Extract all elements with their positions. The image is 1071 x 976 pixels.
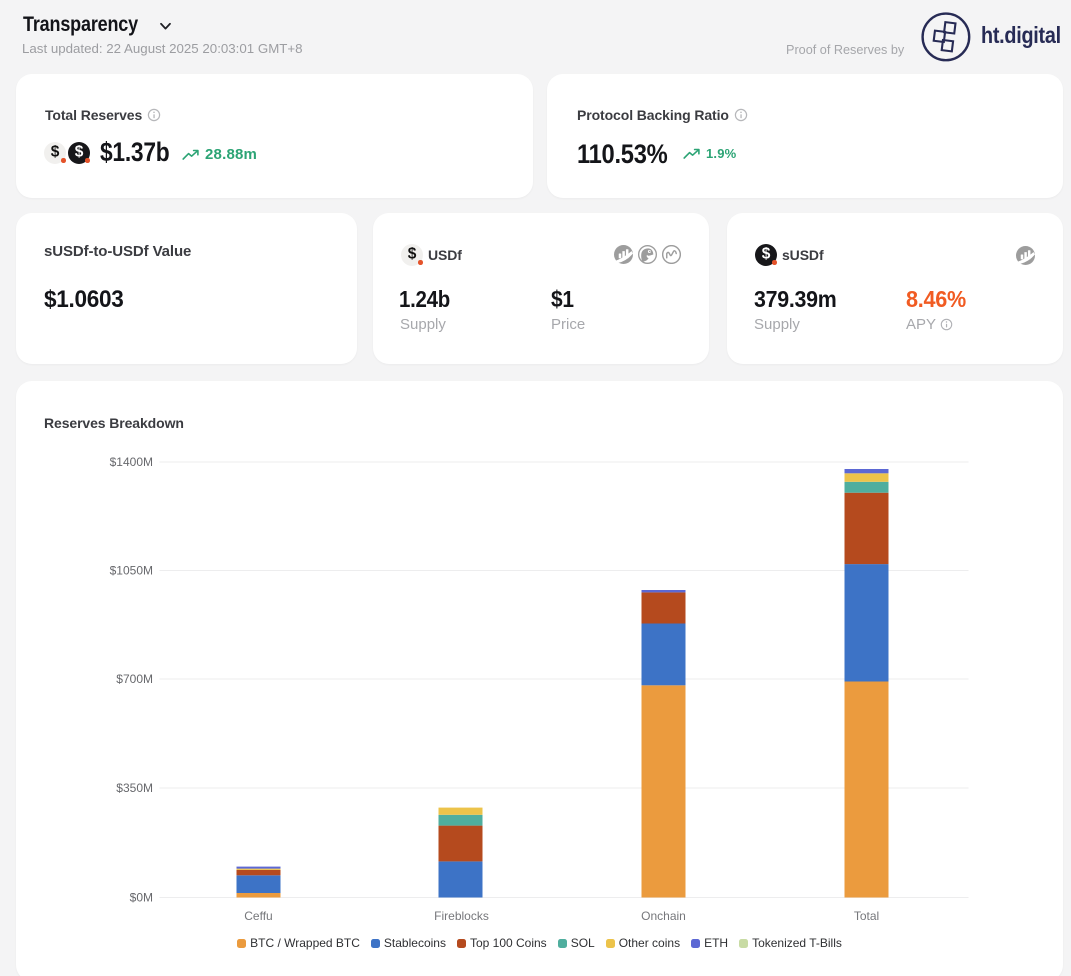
svg-text:Total: Total <box>854 909 879 923</box>
svg-text:$700M: $700M <box>116 672 153 686</box>
svg-text:Onchain: Onchain <box>641 909 686 923</box>
svg-text:Fireblocks: Fireblocks <box>434 909 489 923</box>
svg-text:$350M: $350M <box>116 781 153 795</box>
svg-text:Ceffu: Ceffu <box>244 909 272 923</box>
svg-text:$1050M: $1050M <box>110 564 153 578</box>
svg-text:$0M: $0M <box>130 891 153 905</box>
svg-text:$1400M: $1400M <box>110 455 153 469</box>
